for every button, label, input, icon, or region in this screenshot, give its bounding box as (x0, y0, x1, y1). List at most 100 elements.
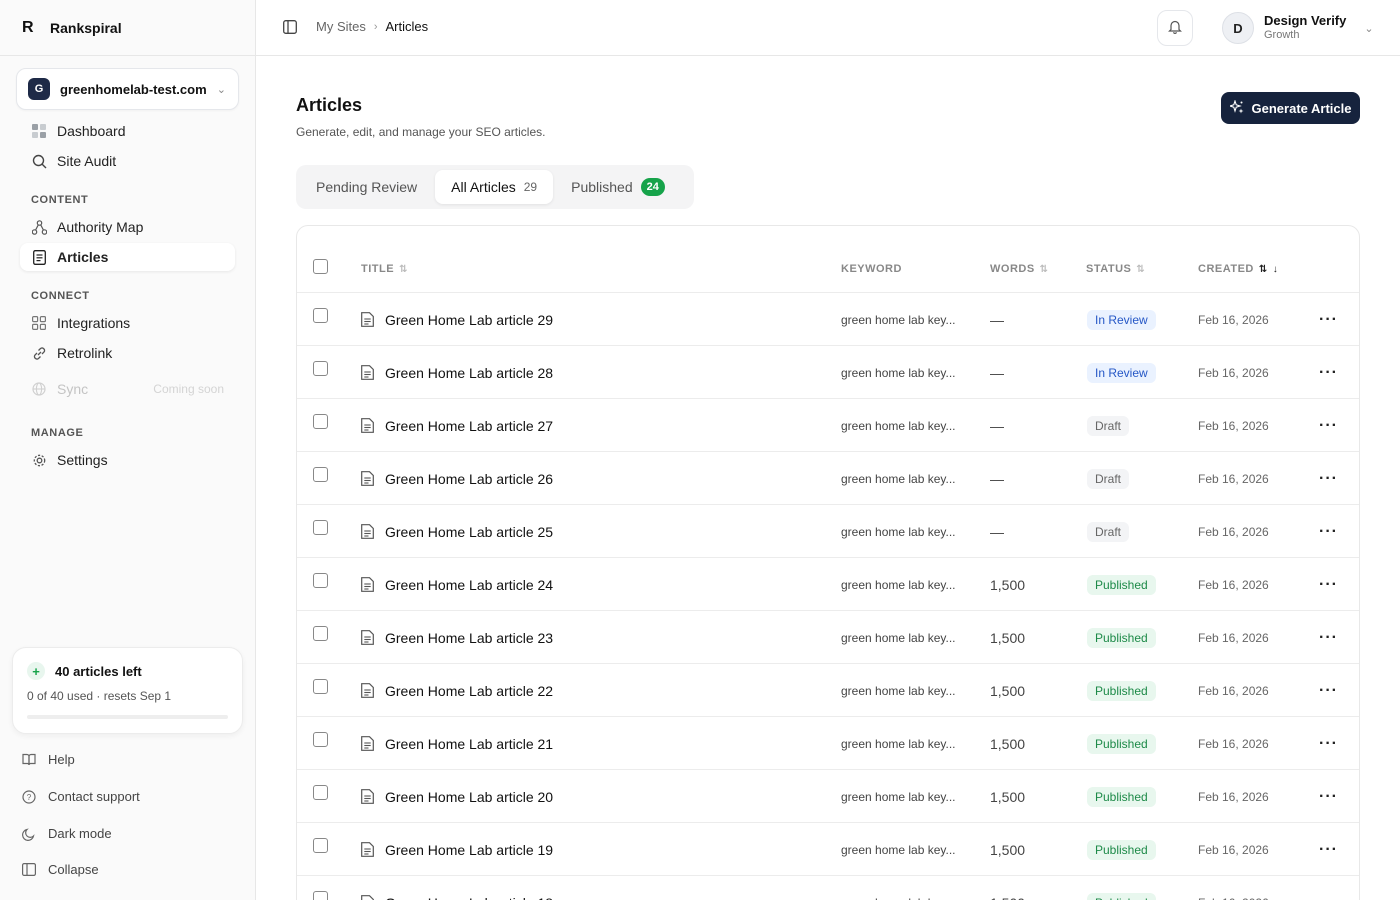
sidebar-item-integrations[interactable]: Integrations (20, 309, 235, 337)
sidebar-item-settings[interactable]: Settings (20, 446, 235, 474)
tab-count-badge: 24 (640, 178, 665, 196)
dark-mode-toggle[interactable]: Dark mode (22, 826, 112, 841)
article-title-cell[interactable]: Green Home Lab article 29 (361, 293, 553, 346)
table-row[interactable]: Green Home Lab article 24 green home lab … (297, 558, 1359, 611)
article-keyword: green home lab key... (841, 842, 956, 857)
tab-published[interactable]: Published 24 (555, 170, 681, 204)
sidebar-item-label: Site Audit (57, 153, 117, 169)
column-words[interactable]: WORDS ⇅ (990, 263, 1049, 275)
article-title-cell[interactable]: Green Home Lab article 22 (361, 664, 553, 717)
tab-all-articles[interactable]: All Articles 29 (435, 170, 554, 204)
article-title-cell[interactable]: Green Home Lab article 20 (361, 770, 553, 823)
row-actions-button[interactable]: ··· (1319, 717, 1338, 770)
table-row[interactable]: Green Home Lab article 20 green home lab … (297, 770, 1359, 823)
article-title-cell[interactable]: Green Home Lab article 26 (361, 452, 553, 505)
more-horizontal-icon: ··· (1319, 628, 1338, 646)
article-title-cell[interactable]: Green Home Lab article 27 (361, 399, 553, 452)
table-row[interactable]: Green Home Lab article 23 green home lab … (297, 611, 1359, 664)
row-actions-button[interactable]: ··· (1319, 664, 1338, 717)
column-status[interactable]: STATUS ⇅ (1086, 263, 1145, 275)
table-row[interactable]: Green Home Lab article 26 green home lab … (297, 452, 1359, 505)
more-horizontal-icon: ··· (1319, 416, 1338, 434)
breadcrumb-my-sites[interactable]: My Sites (316, 19, 366, 34)
row-actions-button[interactable]: ··· (1319, 770, 1338, 823)
table-row[interactable]: Green Home Lab article 28 green home lab … (297, 346, 1359, 399)
article-title-cell[interactable]: Green Home Lab article 24 (361, 558, 553, 611)
user-plan: Growth (1264, 29, 1300, 42)
article-words: 1,500 (990, 576, 1026, 593)
row-actions-button[interactable]: ··· (1319, 505, 1338, 558)
sidebar-item-site-audit[interactable]: Site Audit (20, 147, 235, 175)
notifications-button[interactable] (1157, 10, 1193, 46)
sidebar-item-dashboard[interactable]: Dashboard (20, 117, 235, 145)
row-checkbox[interactable] (313, 838, 328, 853)
article-words: — (990, 417, 1004, 434)
row-actions-button[interactable]: ··· (1319, 876, 1338, 900)
tab-pending-review[interactable]: Pending Review (300, 170, 433, 204)
article-title-cell[interactable]: Green Home Lab article 23 (361, 611, 553, 664)
help-link[interactable]: Help (22, 752, 75, 767)
row-checkbox[interactable] (313, 679, 328, 694)
user-menu[interactable]: D Design Verify Growth ⌄ (1222, 12, 1374, 44)
sort-icon: ⇅ (1039, 263, 1049, 275)
row-checkbox[interactable] (313, 573, 328, 588)
row-actions-button[interactable]: ··· (1319, 452, 1338, 505)
help-label: Help (48, 752, 75, 767)
words-cell: 1,500 (990, 717, 1025, 770)
table-row[interactable]: Green Home Lab article 18 green home lab … (297, 876, 1359, 900)
sidebar-toggle-icon[interactable] (283, 20, 297, 37)
column-title[interactable]: TITLE ⇅ (361, 263, 408, 275)
contact-support-link[interactable]: ? Contact support (22, 789, 140, 804)
table-row[interactable]: Green Home Lab article 19 green home lab … (297, 823, 1359, 876)
row-checkbox[interactable] (313, 361, 328, 376)
keyword-cell: green home lab key... (841, 823, 956, 876)
article-title-cell[interactable]: Green Home Lab article 19 (361, 823, 553, 876)
row-checkbox[interactable] (313, 467, 328, 482)
status-badge: Published (1087, 839, 1156, 860)
article-title-cell[interactable]: Green Home Lab article 18 (361, 876, 553, 900)
row-checkbox[interactable] (313, 308, 328, 323)
sidebar-item-retrolink[interactable]: Retrolink (20, 339, 235, 367)
created-cell: Feb 16, 2026 (1198, 452, 1269, 505)
column-created[interactable]: CREATED ⇅ ↓ (1198, 263, 1278, 275)
generate-article-button[interactable]: Generate Article (1221, 92, 1360, 124)
table-row[interactable]: Green Home Lab article 29 green home lab … (297, 293, 1359, 346)
keyword-cell: green home lab key... (841, 611, 956, 664)
row-actions-button[interactable]: ··· (1319, 611, 1338, 664)
table-row[interactable]: Green Home Lab article 25 green home lab … (297, 505, 1359, 558)
select-all-checkbox[interactable] (313, 259, 328, 274)
row-checkbox[interactable] (313, 414, 328, 429)
table-row[interactable]: Green Home Lab article 27 green home lab … (297, 399, 1359, 452)
keyword-cell: green home lab key... (841, 346, 956, 399)
table-row[interactable]: Green Home Lab article 22 green home lab … (297, 664, 1359, 717)
document-icon (361, 895, 375, 900)
brand[interactable]: R Rankspiral (22, 18, 122, 38)
row-actions-button[interactable]: ··· (1319, 558, 1338, 611)
created-cell: Feb 16, 2026 (1198, 611, 1269, 664)
keyword-cell: green home lab key... (841, 452, 956, 505)
row-checkbox[interactable] (313, 891, 328, 900)
document-icon (361, 471, 375, 486)
row-actions-button[interactable]: ··· (1319, 293, 1338, 346)
article-title-cell[interactable]: Green Home Lab article 25 (361, 505, 553, 558)
table-row[interactable]: Green Home Lab article 21 green home lab … (297, 717, 1359, 770)
document-icon (361, 312, 375, 327)
row-checkbox[interactable] (313, 732, 328, 747)
row-checkbox[interactable] (313, 626, 328, 641)
row-actions-button[interactable]: ··· (1319, 823, 1338, 876)
more-horizontal-icon: ··· (1319, 840, 1338, 858)
row-actions-button[interactable]: ··· (1319, 399, 1338, 452)
sidebar-item-articles[interactable]: Articles (20, 243, 235, 271)
article-created-date: Feb 16, 2026 (1198, 896, 1269, 900)
sidebar-item-label: Retrolink (57, 345, 113, 361)
site-selector[interactable]: G greenhomelab-test.com ⌄ (16, 68, 239, 110)
row-actions-button[interactable]: ··· (1319, 346, 1338, 399)
article-keyword: green home lab key... (841, 789, 956, 804)
sidebar-item-authority-map[interactable]: Authority Map (20, 213, 235, 241)
article-title-cell[interactable]: Green Home Lab article 28 (361, 346, 553, 399)
status-badge: Published (1087, 627, 1156, 648)
row-checkbox[interactable] (313, 520, 328, 535)
collapse-sidebar-button[interactable]: Collapse (22, 862, 99, 877)
article-title-cell[interactable]: Green Home Lab article 21 (361, 717, 553, 770)
row-checkbox[interactable] (313, 785, 328, 800)
